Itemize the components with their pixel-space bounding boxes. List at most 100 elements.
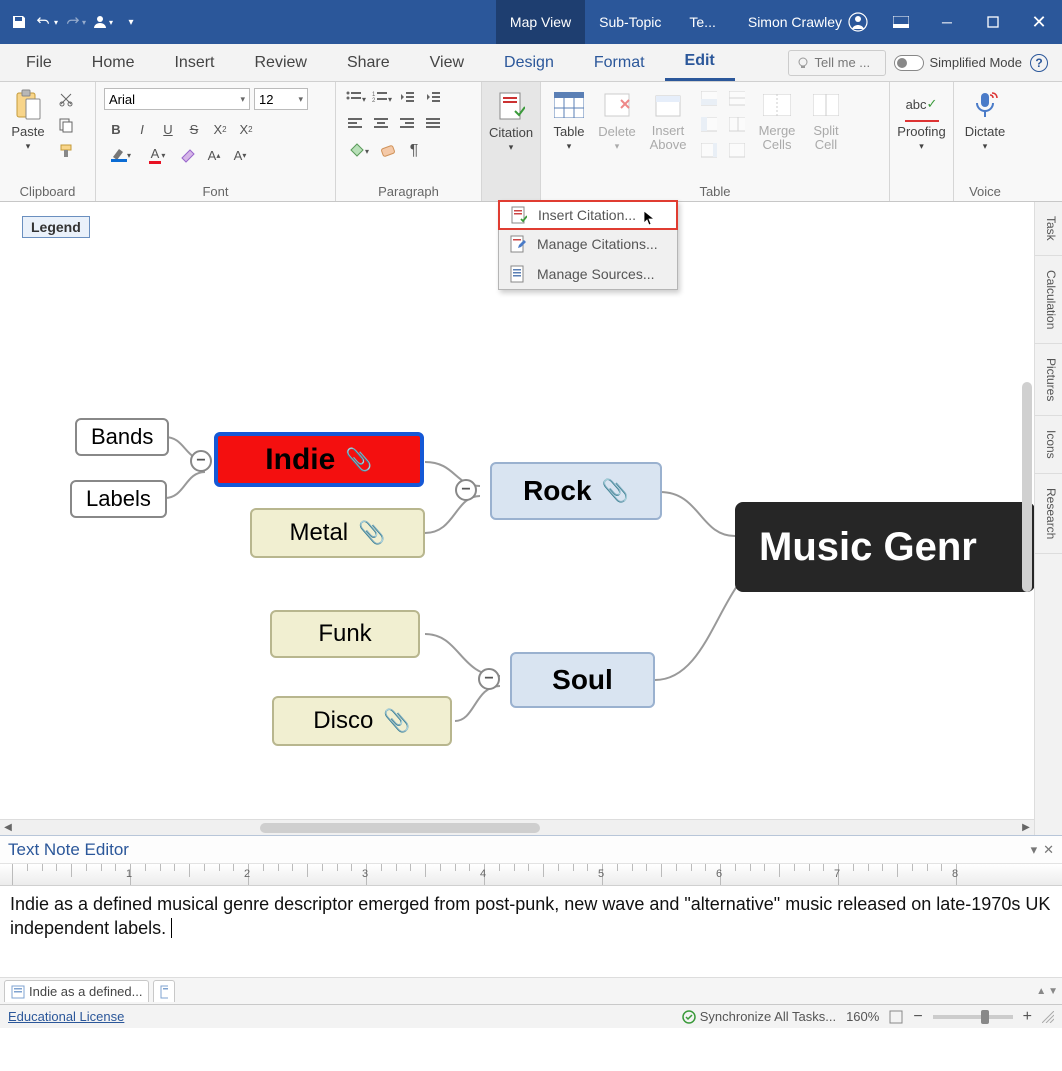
license-label[interactable]: Educational License [8,1009,124,1024]
tab-view[interactable]: View [410,44,484,81]
bold-icon[interactable]: B [104,118,128,140]
help-icon[interactable]: ? [1030,54,1048,72]
side-tab-task[interactable]: Task [1035,202,1062,256]
node-bands[interactable]: Bands [75,418,169,456]
node-funk[interactable]: Funk [270,610,420,658]
close-button[interactable]: ✕ [1016,0,1062,44]
strikethrough-icon[interactable]: S [182,118,206,140]
align-left-icon[interactable] [344,114,368,136]
side-tab-research[interactable]: Research [1035,474,1062,554]
format-painter-icon[interactable] [54,140,78,162]
qa-overflow-icon[interactable]: ▾ [120,11,142,33]
node-metal[interactable]: Metal📎 [250,508,425,558]
outdent-icon[interactable] [396,88,420,110]
numbering-icon[interactable]: 12▾ [370,88,394,110]
menu-manage-sources[interactable]: Manage Sources... [499,259,677,289]
zoom-in-button[interactable]: + [1023,1008,1032,1026]
underline-icon[interactable]: U [156,118,180,140]
tab-format[interactable]: Format [574,44,665,81]
side-tab-icons[interactable]: Icons [1035,416,1062,474]
citation-button[interactable]: Citation ▾ [489,87,533,153]
resize-grip-icon[interactable] [1042,1011,1054,1023]
tab-design[interactable]: Design [484,44,574,81]
collapse-indie[interactable]: − [190,450,212,472]
tell-me-search[interactable]: Tell me ... [788,50,886,76]
zoom-level[interactable]: 160% [846,1009,879,1024]
node-soul[interactable]: Soul [510,652,655,708]
highlight-icon[interactable]: ▾ [104,144,138,166]
font-color-icon[interactable]: A▾ [140,144,174,166]
side-tab-calculation[interactable]: Calculation [1035,256,1062,344]
tne-tab-blank[interactable] [153,980,175,1002]
collapse-soul[interactable]: − [478,668,500,690]
titlebar-tab-mapview[interactable]: Map View [496,0,585,44]
align-center-icon[interactable] [370,114,394,136]
copy-icon[interactable] [54,114,78,136]
shrink-font-icon[interactable]: A▾ [228,144,252,166]
scroll-right-icon[interactable]: ▶ [1018,822,1034,833]
menu-insert-citation[interactable]: Insert Citation... [498,200,678,230]
minimize-button[interactable]: ─ [924,0,970,44]
tab-share[interactable]: Share [327,44,410,81]
tne-close-icon[interactable]: ✕ [1043,842,1054,858]
clear-format-icon[interactable] [176,144,200,166]
cut-icon[interactable] [54,88,78,110]
save-icon[interactable] [8,11,30,33]
v-scroll-thumb[interactable] [1022,382,1032,592]
align-right-icon[interactable] [396,114,420,136]
legend-box[interactable]: Legend [22,216,90,238]
tne-tab-active[interactable]: Indie as a defined... [4,980,149,1002]
superscript-icon[interactable]: X2 [234,118,258,140]
ruler[interactable]: 12345678 [0,864,1062,886]
justify-icon[interactable] [422,114,446,136]
menu-manage-citations[interactable]: Manage Citations... [499,229,677,259]
node-disco[interactable]: Disco📎 [272,696,452,746]
user-account[interactable]: Simon Crawley [738,12,878,32]
node-rock[interactable]: Rock📎 [490,462,662,520]
tne-scroll-up-icon[interactable]: ▲ [1036,986,1046,997]
titlebar-tab-subtopic[interactable]: Sub-Topic [585,0,675,44]
canvas-h-scrollbar[interactable]: ◀ ▶ [0,819,1034,835]
maximize-button[interactable] [970,0,1016,44]
undo-icon[interactable]: ▾ [36,11,58,33]
simplified-mode-toggle[interactable]: Simplified Mode [894,55,1023,71]
sync-status[interactable]: Synchronize All Tasks... [682,1009,836,1024]
eraser-icon[interactable] [376,140,400,162]
tne-textarea[interactable]: Indie as a defined musical genre descrip… [0,886,1062,978]
tab-edit[interactable]: Edit [665,44,735,81]
tab-insert[interactable]: Insert [154,44,234,81]
tab-home[interactable]: Home [72,44,155,81]
collapse-rock[interactable]: − [455,479,477,501]
ribbon-display-icon[interactable] [878,0,924,44]
tne-scroll-down-icon[interactable]: ▼ [1048,986,1058,997]
tab-file[interactable]: File [6,44,72,81]
subscript-icon[interactable]: X2 [208,118,232,140]
proofing-button[interactable]: abc✓ Proofing▾ [896,86,947,152]
zoom-out-button[interactable]: − [913,1008,922,1026]
scroll-left-icon[interactable]: ◀ [0,822,16,833]
node-labels[interactable]: Labels [70,480,167,518]
node-indie[interactable]: Indie📎 [214,432,424,487]
font-name-combo[interactable]: Arial▾ [104,88,250,110]
dictate-button[interactable]: Dictate▾ [960,86,1010,152]
paste-button[interactable]: Paste ▾ [6,86,50,152]
shading-icon[interactable]: ▾ [344,140,374,162]
zoom-slider[interactable] [933,1015,1013,1019]
fit-view-icon[interactable] [889,1010,903,1024]
pilcrow-icon[interactable]: ¶ [402,140,426,162]
mindmap-canvas[interactable]: Legend Bands Labels − Indie📎 Metal📎 − Ro… [0,202,1034,835]
table-button[interactable]: Table▾ [547,86,591,152]
tne-dropdown-icon[interactable]: ▾ [1031,842,1038,858]
node-root[interactable]: Music Genr [735,502,1034,592]
font-size-combo[interactable]: 12▾ [254,88,308,110]
tab-review[interactable]: Review [234,44,326,81]
grow-font-icon[interactable]: A▴ [202,144,226,166]
bullets-icon[interactable]: ▾ [344,88,368,110]
titlebar-tab-overflow[interactable]: Te... [675,0,729,44]
person-dropdown-icon[interactable]: ▾ [92,11,114,33]
redo-icon[interactable]: ▾ [64,11,86,33]
h-scroll-thumb[interactable] [260,823,540,833]
italic-icon[interactable]: I [130,118,154,140]
indent-icon[interactable] [422,88,446,110]
side-tab-pictures[interactable]: Pictures [1035,344,1062,416]
